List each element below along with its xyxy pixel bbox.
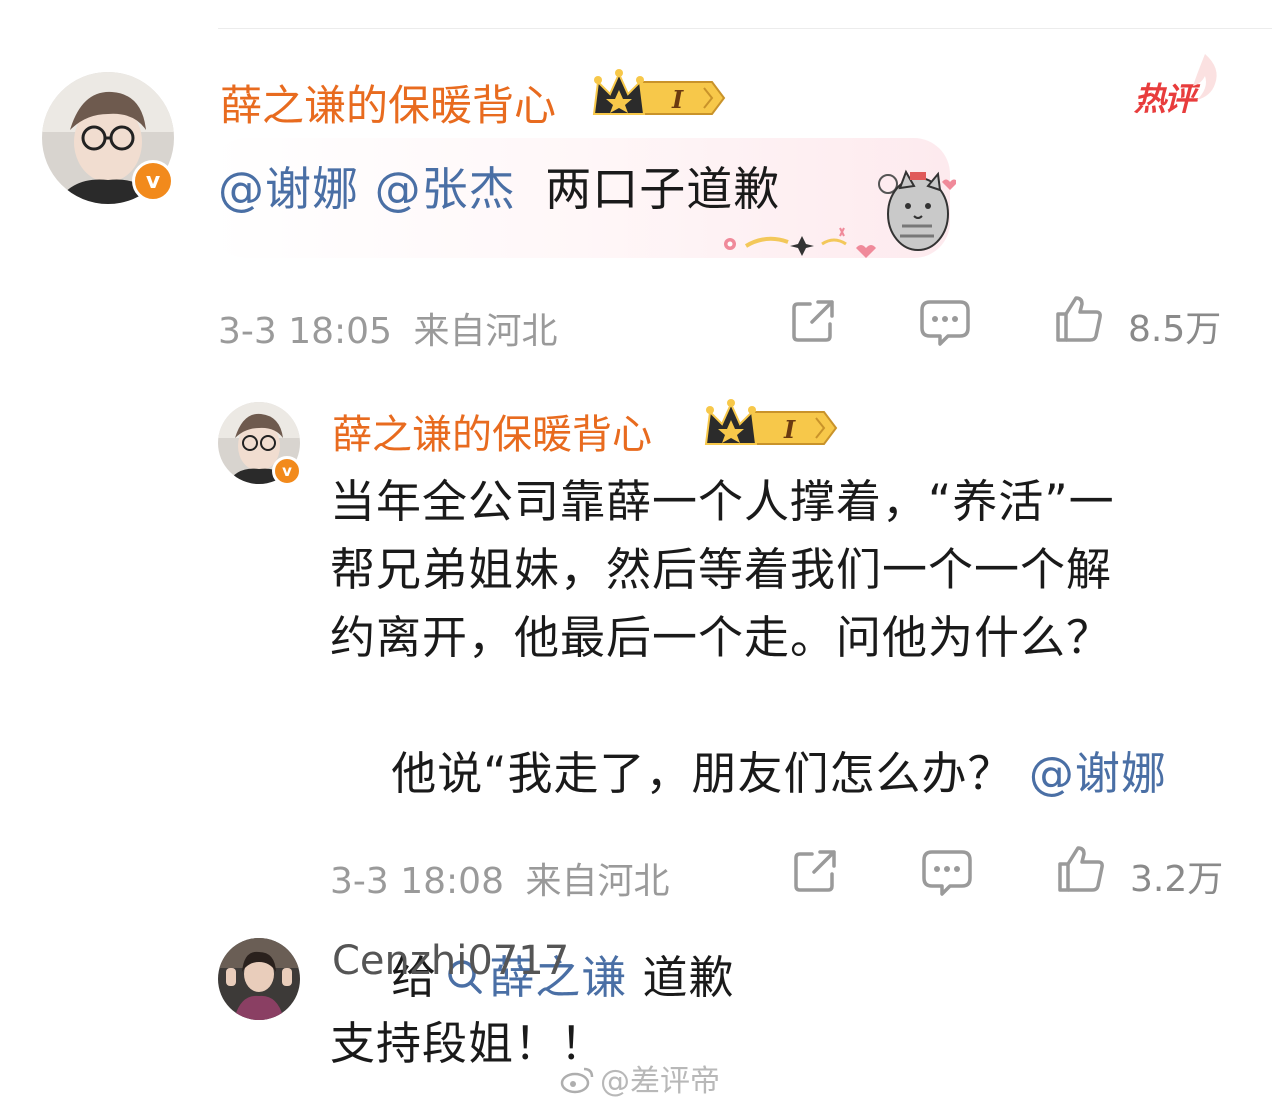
watermark: @差评帝 [560, 1056, 720, 1100]
reply-line: 约离开，他最后一个走。问他为什么？ [330, 611, 1113, 664]
reply-username[interactable]: 薛之谦的保暖背心 [332, 402, 652, 460]
verified-badge-icon: v [132, 160, 174, 202]
comment-icon[interactable] [918, 296, 972, 348]
reply-text: 当年全公司靠薛一个人撑着，“养活”一 帮兄弟姐妹，然后等着我们一个一个解 约离开… [330, 468, 1250, 1080]
level-badge-text: I [783, 415, 796, 444]
location: 来自河北 [525, 861, 670, 902]
comment-meta: 3-3 18:05 来自河北 [218, 302, 557, 354]
cat-sticker-icon [724, 169, 956, 258]
comment-icon[interactable] [920, 846, 974, 898]
avatar[interactable] [218, 938, 300, 1020]
avatar-photo [218, 938, 300, 1020]
level-badge-text: I [671, 85, 684, 114]
share-icon[interactable] [788, 296, 838, 346]
timestamp: 3-3 18:05 [218, 311, 392, 352]
share-icon[interactable] [790, 846, 840, 896]
watermark-text: @差评帝 [600, 1064, 720, 1099]
reply-line-text: 道歉 [627, 951, 735, 1004]
comment-username[interactable]: 薛之谦的保暖背心 [220, 72, 556, 133]
top-divider [218, 28, 1272, 29]
comment-username[interactable]: Cenzhi0717 [332, 938, 569, 984]
reply-meta: 3-3 18:08 来自河北 [330, 852, 669, 904]
weibo-logo-icon [560, 1067, 594, 1094]
crown-level-badge-icon: I [704, 399, 838, 445]
timestamp: 3-3 18:08 [330, 861, 504, 902]
comment-text: @谢娜 @张杰 两口子道歉 [218, 156, 780, 223]
reply-line: 帮兄弟姐妹，然后等着我们一个一个解 [330, 543, 1113, 596]
verified-badge-icon: v [272, 456, 302, 486]
like-count: 3.2万 [1130, 859, 1224, 900]
mention-link[interactable]: @谢娜 [218, 162, 359, 216]
reply-line-text: 他说“我走了，朋友们怎么办？ [391, 747, 1029, 800]
mention-link[interactable]: @张杰 [375, 162, 516, 216]
like-count: 8.5万 [1128, 309, 1222, 350]
location: 来自河北 [413, 311, 558, 352]
crown-level-badge-icon: I [592, 69, 726, 115]
mention-link[interactable]: @谢娜 [1029, 747, 1167, 800]
reply-line: 当年全公司靠薛一个人撑着，“养活”一 [330, 475, 1115, 528]
thumb-up-icon[interactable] [1056, 844, 1106, 894]
flame-icon [1193, 54, 1217, 100]
thumb-up-icon[interactable] [1054, 294, 1104, 344]
